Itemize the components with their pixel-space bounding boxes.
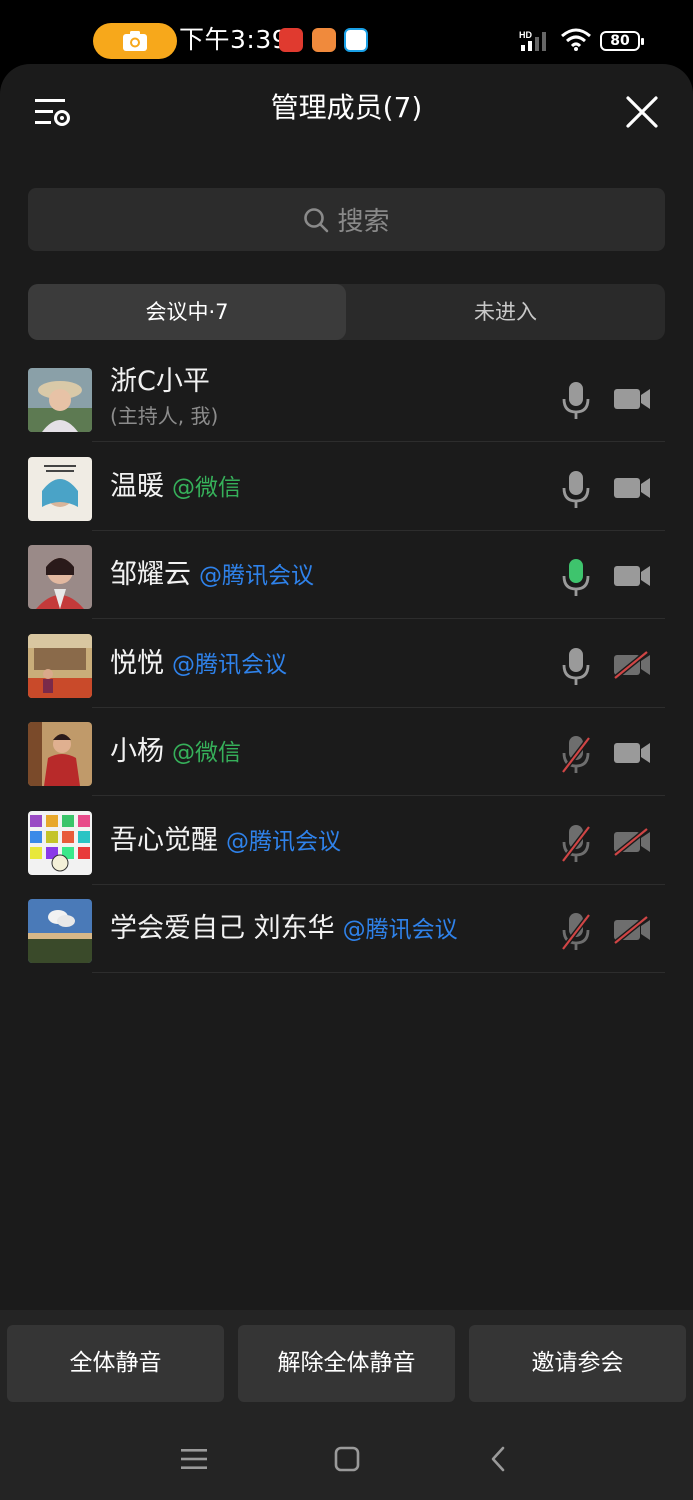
member-row[interactable]: 小杨 @微信 [0,708,693,796]
system-nav-bar [0,1418,693,1500]
home-icon[interactable] [334,1446,360,1472]
member-name: 悦悦 [110,648,164,679]
row-divider [92,795,665,796]
camera-on-icon[interactable] [612,738,652,768]
back-icon[interactable] [489,1446,507,1472]
signal-icon: HD [519,30,546,51]
page-title: 管理成员(7) [270,91,423,124]
mute-all-button[interactable]: 全体静音 [7,1325,224,1402]
member-name: 吾心觉醒 [110,825,218,856]
member-name-line: 吾心觉醒 @腾讯会议 [110,823,341,860]
row-divider [92,972,665,973]
wifi-icon [561,28,591,51]
member-row[interactable]: 悦悦 @腾讯会议 [0,620,693,708]
member-name: 邹耀云 [110,559,191,590]
member-source-tag: @腾讯会议 [199,563,314,589]
microphone-muted-icon[interactable] [560,734,592,774]
avatar [28,634,92,698]
status-bar: 下午3:39 HD 80 [0,0,693,64]
invite-button[interactable]: 邀请参会 [469,1325,686,1402]
search-placeholder: 搜索 [337,207,390,237]
member-source-tag: @微信 [172,740,241,766]
microphone-icon[interactable] [560,380,592,420]
camera-icon [123,31,147,51]
ting-app-icon [279,28,303,52]
tab-not-joined[interactable]: 未进入 [346,284,665,340]
svg-text:HD: HD [519,30,532,40]
chat-app-icon [344,28,368,52]
member-tabs: 会议中·7 未进入 [28,284,665,340]
camera-on-icon[interactable] [612,473,652,503]
camera-off-icon[interactable] [612,650,652,680]
member-row[interactable]: 温暖 @微信 [0,443,693,531]
member-source-tag: @腾讯会议 [342,917,458,943]
member-name-line: 小杨 @微信 [110,734,241,771]
microphone-muted-icon[interactable] [560,823,592,863]
notes-app-icon [312,28,336,52]
status-time: 下午3:39 [179,25,289,54]
member-row[interactable]: 学会爱自己 刘东华 @腾讯会议 [0,885,693,973]
camera-on-icon[interactable] [612,384,652,414]
tab-in-meeting[interactable]: 会议中·7 [28,284,346,340]
battery-indicator: 80 [600,31,644,51]
member-row[interactable]: 邹耀云 @腾讯会议 [0,531,693,619]
avatar [28,722,92,786]
member-role: (主持人, 我) [110,404,219,428]
microphone-speaking-icon[interactable] [560,557,592,597]
member-name-line: 邹耀云 @腾讯会议 [110,557,314,594]
search-icon [304,207,329,232]
camera-off-icon[interactable] [612,827,652,857]
avatar [28,545,92,609]
avatar [28,899,92,963]
member-name-line: 温暖 @微信 [110,469,241,506]
member-name-line: 悦悦 @腾讯会议 [110,646,287,683]
member-name: 小杨 [110,736,164,767]
microphone-muted-icon[interactable] [560,911,592,951]
member-row[interactable]: 吾心觉醒 @腾讯会议 [0,797,693,885]
unmute-all-button[interactable]: 解除全体静音 [238,1325,455,1402]
screen-record-indicator[interactable] [93,23,177,59]
search-input[interactable]: 搜索 [28,188,665,251]
row-divider [92,441,665,442]
member-name: 温暖 [110,471,164,502]
avatar [28,457,92,521]
member-name: 学会爱自己 刘东华 [110,913,335,944]
member-source-tag: @微信 [172,475,241,501]
member-source-tag: @腾讯会议 [226,829,341,855]
member-source-tag: @腾讯会议 [172,652,287,678]
member-name: 浙C小平 [110,366,210,397]
member-name-line: 学会爱自己 刘东华 @腾讯会议 [110,911,458,948]
avatar [28,368,92,432]
row-divider [92,618,665,619]
member-row[interactable]: 浙C小平 (主持人, 我) [0,354,693,442]
camera-on-icon[interactable] [612,561,652,591]
microphone-icon[interactable] [560,469,592,509]
camera-off-icon[interactable] [612,915,652,945]
menu-icon[interactable] [181,1448,207,1470]
microphone-icon[interactable] [560,646,592,686]
close-icon[interactable] [623,93,661,131]
avatar [28,811,92,875]
